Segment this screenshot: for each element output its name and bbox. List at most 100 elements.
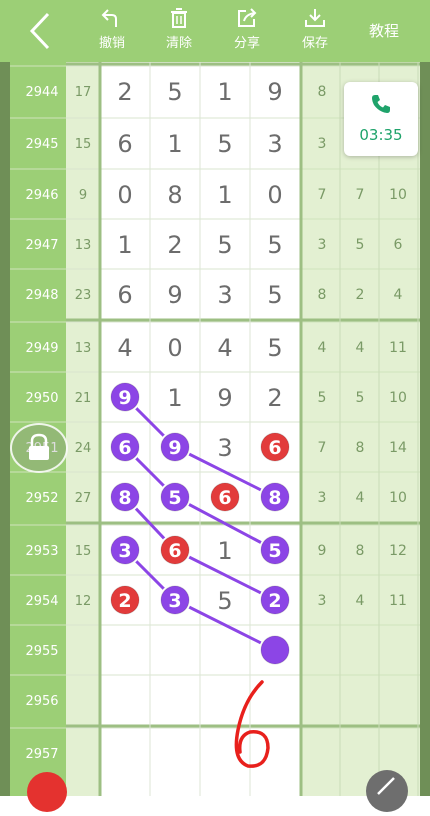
marker-value: 8 [268, 487, 281, 509]
number-marker[interactable]: 3 [109, 534, 141, 566]
number-marker[interactable]: 9 [159, 431, 191, 463]
share-button[interactable]: 分享 [217, 6, 277, 56]
row-id: 2952 [25, 491, 58, 506]
row-id: 2957 [25, 747, 58, 762]
row-sum: 15 [75, 137, 92, 152]
stat-cell: 7 [356, 187, 365, 203]
row-id: 2955 [25, 644, 58, 659]
clear-label: 清除 [165, 36, 192, 51]
number-marker[interactable]: 6 [159, 534, 191, 566]
digit-cell[interactable]: 1 [217, 537, 232, 565]
number-marker[interactable]: 8 [109, 481, 141, 513]
stat-cell: 11 [389, 593, 407, 609]
stat-cell: 4 [356, 593, 365, 609]
digit-cell[interactable]: 5 [217, 587, 232, 615]
undo-button[interactable]: 撤销 [82, 6, 142, 56]
row-id: 2950 [25, 391, 58, 406]
digit-cell[interactable]: 0 [167, 334, 182, 362]
digit-cell[interactable]: 6 [117, 130, 132, 158]
marker-value: 8 [118, 487, 131, 509]
digit-cell[interactable]: 5 [267, 334, 282, 362]
digit-cell[interactable]: 1 [217, 78, 232, 106]
share-icon [238, 8, 257, 27]
marker-value: 3 [118, 540, 131, 562]
save-button[interactable]: 保存 [285, 6, 345, 56]
stat-cell: 2 [356, 287, 365, 303]
number-marker[interactable]: 9 [109, 381, 141, 413]
row-sum: 17 [75, 85, 92, 100]
lock-button[interactable] [10, 423, 68, 473]
row-sum: 12 [75, 594, 92, 609]
clear-button[interactable]: 清除 [149, 6, 209, 56]
number-marker[interactable]: 6 [259, 431, 291, 463]
row-id: 2948 [25, 288, 58, 303]
digit-cell[interactable]: 5 [267, 281, 282, 309]
digit-cell[interactable]: 5 [267, 231, 282, 259]
row-id: 2956 [25, 694, 58, 709]
lock-icon [29, 433, 49, 460]
digit-cell[interactable]: 1 [117, 231, 132, 259]
digit-cell[interactable]: 6 [117, 281, 132, 309]
digit-cell[interactable]: 4 [217, 334, 232, 362]
digit-cell[interactable]: 1 [167, 384, 182, 412]
digit-cell[interactable]: 1 [217, 181, 232, 209]
stat-cell: 14 [389, 440, 407, 456]
digit-cell[interactable]: 2 [117, 78, 132, 106]
number-marker[interactable]: 2 [109, 584, 141, 616]
stat-cell: 5 [356, 237, 365, 253]
digit-cell[interactable]: 4 [117, 334, 132, 362]
digit-cell[interactable]: 0 [117, 181, 132, 209]
number-marker[interactable]: 6 [209, 481, 241, 513]
marker-value: 5 [268, 540, 281, 562]
digit-cell[interactable]: 0 [267, 181, 282, 209]
marker-value: 2 [118, 590, 131, 612]
row-sum: 24 [75, 441, 92, 456]
record-button[interactable] [27, 772, 67, 812]
row-id: 2945 [25, 137, 58, 152]
number-marker[interactable]: 2 [259, 584, 291, 616]
row-sum: 9 [79, 188, 87, 203]
number-marker[interactable]: 6 [109, 431, 141, 463]
stats-column-bg [301, 62, 420, 796]
row-sum: 23 [75, 288, 92, 303]
digit-cell[interactable]: 1 [167, 130, 182, 158]
phone-icon [372, 95, 390, 113]
digit-cell[interactable]: 9 [217, 384, 232, 412]
pen-button[interactable] [366, 770, 408, 812]
number-marker[interactable]: 3 [159, 584, 191, 616]
back-button[interactable] [20, 8, 64, 54]
stat-cell: 7 [318, 187, 327, 203]
call-widget[interactable]: 03:35 [344, 82, 418, 156]
row-id: 2954 [25, 594, 58, 609]
digit-cell[interactable]: 9 [167, 281, 182, 309]
digit-cell[interactable]: 2 [267, 384, 282, 412]
marker-value: 9 [118, 387, 131, 409]
number-marker[interactable]: 5 [259, 534, 291, 566]
number-marker[interactable] [259, 634, 291, 666]
help-button[interactable]: 教程 [358, 16, 410, 46]
stat-cell: 8 [356, 543, 365, 559]
number-marker[interactable]: 5 [159, 481, 191, 513]
row-id: 2944 [25, 85, 58, 100]
stat-cell: 10 [389, 390, 407, 406]
stat-cell: 3 [318, 593, 327, 609]
digit-cell[interactable]: 3 [217, 434, 232, 462]
stat-cell: 7 [318, 440, 327, 456]
digit-cell[interactable]: 5 [217, 231, 232, 259]
digit-cell[interactable]: 3 [267, 130, 282, 158]
digit-cell[interactable]: 9 [267, 78, 282, 106]
stat-cell: 3 [318, 490, 327, 506]
row-sum: 15 [75, 544, 92, 559]
stat-cell: 9 [318, 543, 327, 559]
digit-cell[interactable]: 5 [217, 130, 232, 158]
stat-cell: 5 [318, 390, 327, 406]
digit-cell[interactable]: 2 [167, 231, 182, 259]
pen-icon [377, 777, 395, 795]
stat-cell: 4 [356, 340, 365, 356]
digit-cell[interactable]: 8 [167, 181, 182, 209]
number-marker[interactable]: 8 [259, 481, 291, 513]
stat-cell: 3 [318, 136, 327, 152]
digit-cell[interactable]: 5 [167, 78, 182, 106]
digit-cell[interactable]: 3 [217, 281, 232, 309]
stat-cell: 10 [389, 490, 407, 506]
